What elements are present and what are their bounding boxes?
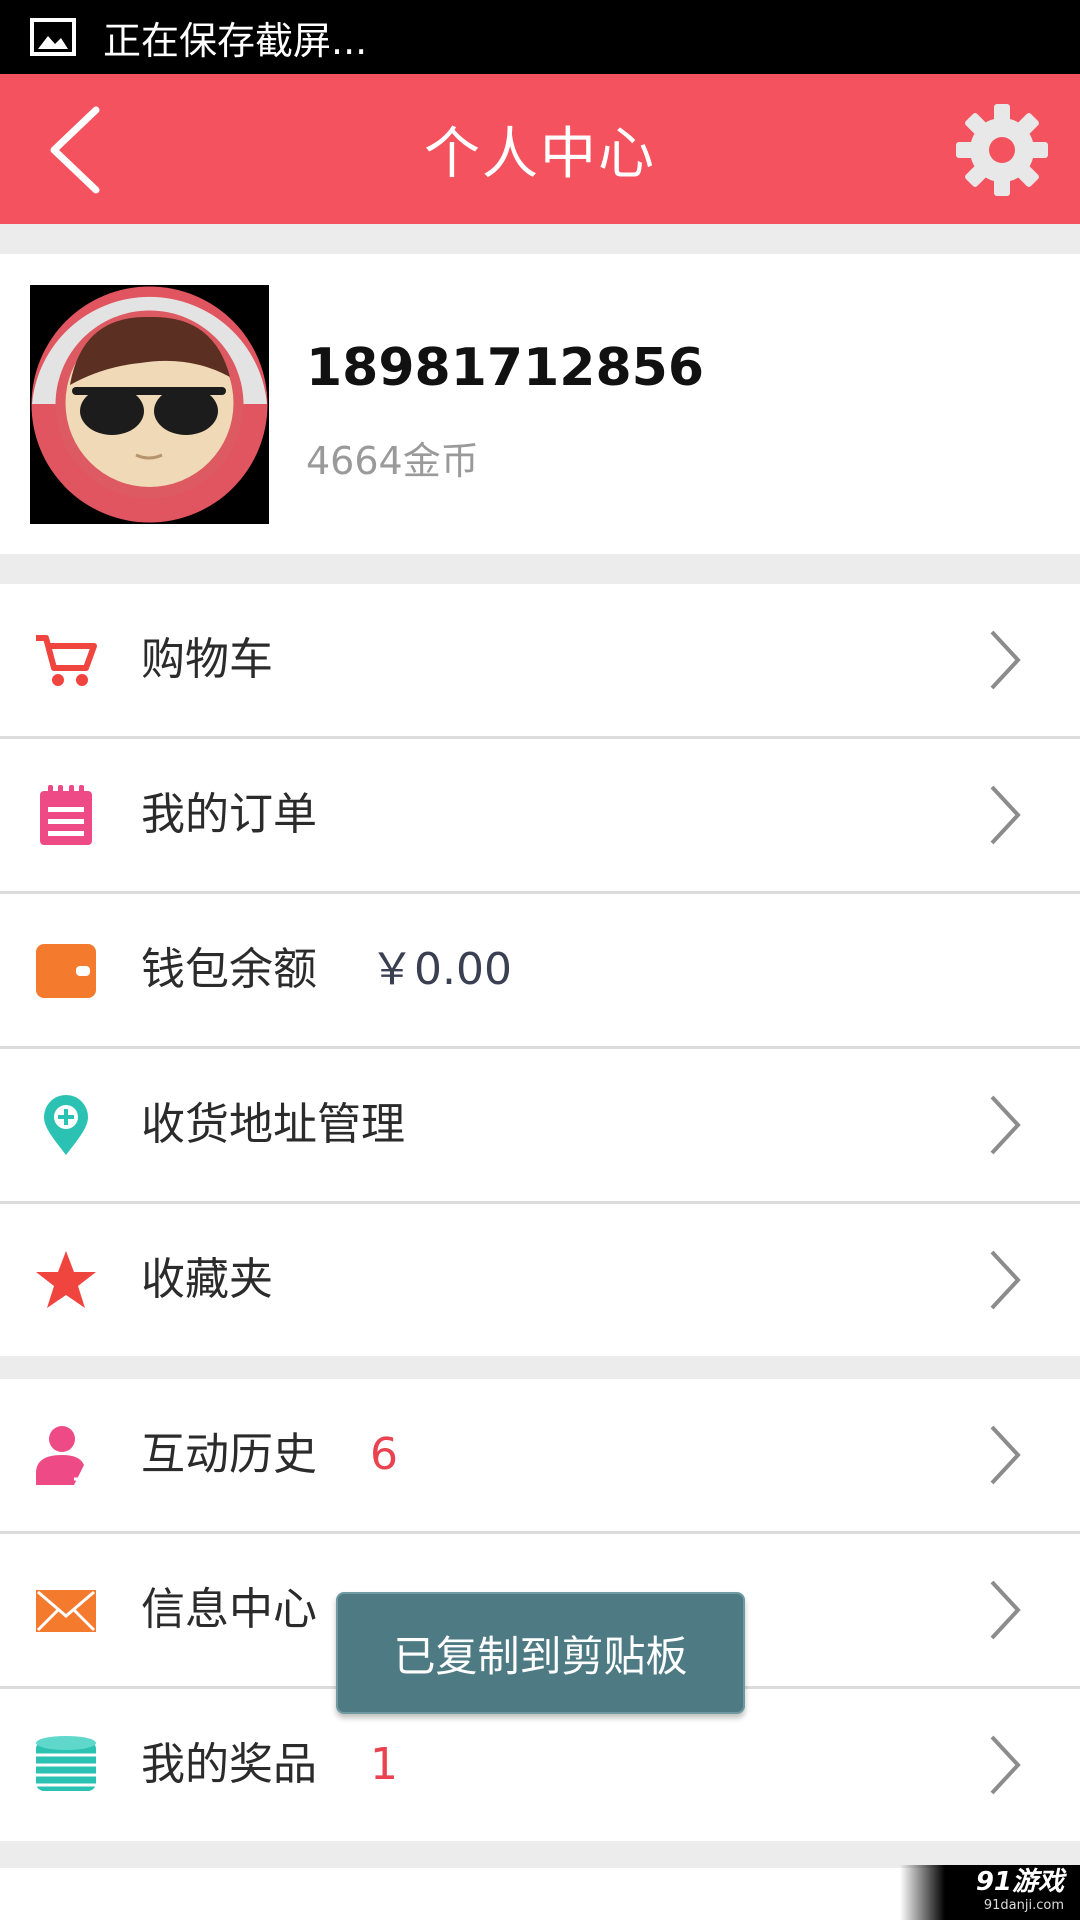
- menu-item-label: 钱包余额: [141, 944, 317, 995]
- coin-stack-icon: [36, 1736, 96, 1791]
- menu-item-label: 我的订单: [141, 789, 317, 840]
- menu-item-label: 收藏夹: [141, 1254, 273, 1305]
- watermark-site: 91danji.com: [983, 1898, 1064, 1913]
- menu-item-interaction-history[interactable]: 互动历史 6: [0, 1379, 1080, 1534]
- app-bar: 个人中心: [0, 74, 1080, 224]
- status-text: 正在保存截屏...: [103, 18, 368, 63]
- chevron-right-icon: [990, 1250, 1021, 1310]
- notepad-icon: [40, 785, 92, 845]
- star-icon: [36, 1251, 96, 1308]
- chevron-right-icon: [990, 1095, 1021, 1155]
- watermark-brand: 91游戏: [975, 1867, 1064, 1897]
- user-share-icon: [36, 1426, 95, 1487]
- coin-balance: 4664金币: [306, 439, 479, 483]
- envelope-icon: [36, 1590, 96, 1632]
- menu-item-label: 信息中心: [141, 1584, 317, 1635]
- chevron-right-icon: [990, 1735, 1021, 1795]
- menu-item-label: 购物车: [141, 634, 273, 685]
- chevron-right-icon: [990, 1580, 1021, 1640]
- menu-item-orders[interactable]: 我的订单: [0, 739, 1080, 894]
- menu-item-label: 收货地址管理: [141, 1099, 405, 1150]
- image-icon: [30, 18, 76, 56]
- cart-icon: [36, 635, 97, 686]
- menu-item-favorites[interactable]: 收藏夹: [0, 1204, 1080, 1356]
- back-arrow-icon[interactable]: [46, 104, 106, 196]
- wallet-icon: [36, 944, 96, 998]
- gear-icon[interactable]: [952, 100, 1052, 200]
- menu-item-cart[interactable]: 购物车: [0, 584, 1080, 739]
- location-pin-icon: [44, 1095, 88, 1155]
- chevron-right-icon: [990, 785, 1021, 845]
- chevron-right-icon: [990, 1425, 1021, 1485]
- site-watermark: 91游戏 91danji.com: [900, 1865, 1080, 1920]
- menu-item-label: 互动历史: [141, 1429, 317, 1480]
- status-bar: 正在保存截屏...: [0, 0, 1080, 74]
- menu-item-wallet[interactable]: 钱包余额 ￥0.00: [0, 894, 1080, 1049]
- page-title: 个人中心: [424, 121, 656, 187]
- chevron-right-icon: [990, 630, 1021, 690]
- toast-message: 已复制到剪贴板: [336, 1592, 745, 1714]
- count-badge: 6: [370, 1429, 398, 1480]
- user-phone: 18981712856: [306, 338, 704, 398]
- wallet-balance: ￥0.00: [370, 944, 512, 995]
- profile-card[interactable]: 18981712856 4664金币: [0, 254, 1080, 554]
- menu-group-account: 购物车 我的订单 钱包余额 ￥0.00 收货地址管理 收藏夹: [0, 584, 1080, 1356]
- menu-item-address[interactable]: 收货地址管理: [0, 1049, 1080, 1204]
- menu-item-label: 我的奖品: [141, 1739, 317, 1790]
- avatar[interactable]: [30, 285, 269, 524]
